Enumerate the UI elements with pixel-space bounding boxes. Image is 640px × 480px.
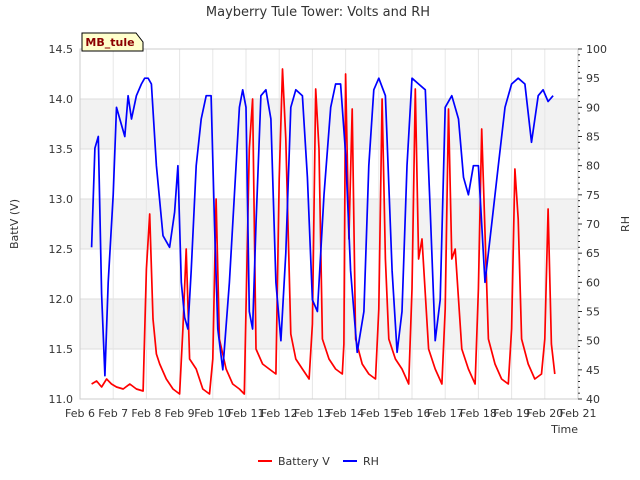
station-tag-label: MB_tule	[85, 36, 134, 49]
y-right-tick-label: 50	[586, 335, 600, 348]
x-tick-label: Feb 15	[360, 407, 397, 420]
x-tick-label: Feb 19	[493, 407, 530, 420]
y-left-tick-label: 14.0	[49, 93, 74, 106]
x-tick-label: Feb 12	[261, 407, 298, 420]
y-right-tick-label: 100	[586, 43, 607, 56]
x-tick-label: Feb 21	[560, 407, 597, 420]
y-right-tick-label: 85	[586, 131, 600, 144]
x-tick-label: Feb 8	[131, 407, 161, 420]
y-left-tick-label: 13.5	[49, 143, 74, 156]
y-right-tick-label: 95	[586, 72, 600, 85]
station-tag: MB_tule	[81, 32, 144, 52]
y-right-tick-label: 65	[586, 247, 600, 260]
x-tick-label: Feb 17	[427, 407, 464, 420]
y-right-tick-label: 90	[586, 101, 600, 114]
x-tick-label: Feb 20	[526, 407, 563, 420]
legend-label-battery: Battery V	[278, 455, 330, 468]
y-axis-right-label: RH	[619, 216, 632, 232]
x-tick-label: Feb 14	[327, 407, 364, 420]
chart-title: Mayberry Tule Tower: Volts and RH	[206, 5, 430, 20]
y-right-tick-label: 55	[586, 306, 600, 319]
x-tick-label: Feb 13	[294, 407, 331, 420]
x-tick-label: Feb 6	[65, 407, 95, 420]
y-left-tick-label: 14.5	[49, 43, 74, 56]
x-tick-label: Feb 10	[194, 407, 231, 420]
y-right-tick-label: 80	[586, 160, 600, 173]
y-left-tick-label: 11.5	[49, 343, 74, 356]
legend-label-rh: RH	[363, 455, 379, 468]
y-right-tick-label: 40	[586, 393, 600, 406]
y-left-tick-label: 13.0	[49, 193, 74, 206]
y-left-tick-label: 11.0	[49, 393, 74, 406]
y-right-tick-label: 75	[586, 189, 600, 202]
x-tick-label: Feb 11	[228, 407, 265, 420]
x-axis-label: Time	[550, 423, 578, 436]
x-tick-label: Feb 16	[394, 407, 431, 420]
bg-band	[80, 199, 578, 249]
x-tick-label: Feb 9	[165, 407, 195, 420]
y-right-tick-label: 45	[586, 364, 600, 377]
x-tick-label: Feb 18	[460, 407, 497, 420]
legend: Battery V RH	[258, 455, 379, 468]
y-left-tick-label: 12.0	[49, 293, 74, 306]
chart: 11.0 11.5 12.0 12.5 13.0 13.5 14.0 14.5 40 45 50 55…	[8, 5, 632, 468]
y-left-tick-label: 12.5	[49, 243, 74, 256]
x-tick-label: Feb 7	[98, 407, 128, 420]
y-axis-left-label: BattV (V)	[8, 199, 21, 249]
y-right-tick-label: 60	[586, 276, 600, 289]
y-right-tick-label: 70	[586, 218, 600, 231]
